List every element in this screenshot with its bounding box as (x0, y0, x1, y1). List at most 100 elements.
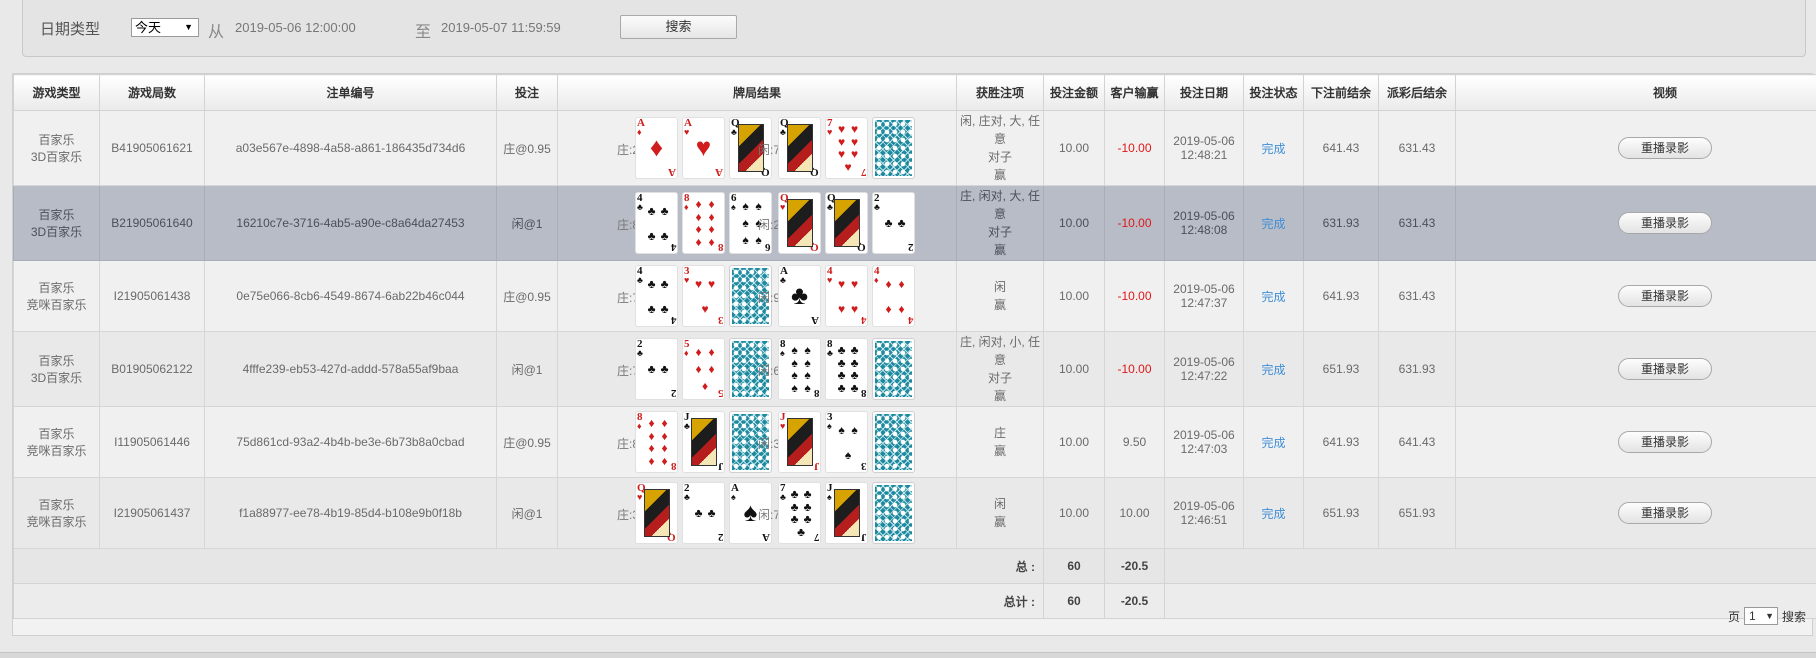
playing-card: Q ♣ Q (826, 193, 867, 253)
bet-time: 12:47:22 (1180, 369, 1228, 383)
card-suit-icon: ♥ (637, 492, 643, 502)
player-points: 闲:9 (758, 291, 781, 305)
card-suit-icon: ♥ (694, 276, 703, 291)
grandtotal-label: 总计 : (13, 583, 1044, 619)
replay-button[interactable]: 重播录影 (1618, 137, 1712, 159)
bet-time: 12:48:21 (1180, 148, 1228, 162)
card-result-cell: 庄:2 A ♦ A ♦ A ♥ A ♥ Q ♣ Q 闲:7 Q ♣ Q 7 ♥ 7 ♥ ♥ ♥ ♥ ♥ ♥ ♥ (557, 110, 957, 186)
card-suit-icon: ♥ (780, 202, 786, 212)
card-suit-icon: ♦ (885, 301, 892, 316)
balance-after: 631.43 (1378, 260, 1456, 332)
game-type-cell: 百家乐 竞咪百家乐 (13, 406, 100, 478)
face-card-art (691, 418, 717, 466)
playing-card: A ♥ A ♥ (683, 118, 724, 178)
card-suit-icon: ♥ (850, 122, 859, 137)
card-result-cell: 庄:8 4 ♣ 4 ♣ ♣ ♣ ♣ 8 ♦ 8 ♦ ♦ ♦ ♦ ♦ ♦ ♦ ♦ 6 ♠ 6 ♠ ♠ ♠ ♠ ♠ ♠ 闲:2 Q ♥ Q Q ♣ Q 2… (557, 185, 957, 261)
card-suit-icon: ♣ (660, 228, 669, 243)
table-row: 百家乐 3D百家乐 B01905062122 4fffe239-eb53-427d-a… (13, 331, 1816, 407)
game-subtype: 3D百家乐 (30, 150, 83, 164)
card-suit-icon: ♠ (742, 199, 749, 214)
playing-card: 8 ♦ 8 ♦ ♦ ♦ ♦ ♦ ♦ ♦ ♦ (683, 193, 724, 253)
card-suit-icon: ♥ (695, 132, 712, 162)
bet-date-cell: 2019-05-06 12:46:51 (1164, 477, 1244, 549)
column-header: 投注日期 (1164, 74, 1244, 111)
replay-button[interactable]: 重播录影 (1618, 431, 1712, 453)
card-suit-icon: ♥ (850, 134, 859, 149)
playing-card: 3 ♥ 3 ♥ ♥ ♥ (683, 266, 724, 326)
pager-search-link[interactable]: 搜索 (1782, 608, 1806, 625)
card-suit-icon: ♠ (742, 232, 749, 247)
playing-card: Q ♥ Q (636, 483, 677, 543)
page-value: 1 (1748, 609, 1756, 623)
card-suit-icon: ♣ (827, 202, 833, 212)
card-suit-icon: ♦ (695, 197, 702, 212)
search-button[interactable]: 搜索 (620, 15, 737, 39)
card-pips: ♠ ♠ ♠ (834, 417, 862, 467)
bet-date: 2019-05-06 (1173, 209, 1235, 223)
card-suit-icon: ♠ (791, 343, 798, 358)
end-time-field[interactable]: 2019-05-07 11:59:59 (441, 20, 561, 35)
bet-date-cell: 2019-05-06 12:47:37 (1164, 260, 1244, 332)
start-time-field[interactable]: 2019-05-06 12:00:00 (235, 20, 356, 35)
replay-button[interactable]: 重播录影 (1618, 212, 1712, 234)
bet-status: 完成 (1243, 260, 1304, 332)
card-suit-icon: ♣ (731, 127, 737, 137)
video-cell: 重播录影 (1455, 110, 1816, 186)
game-subtype: 竞咪百家乐 (26, 515, 87, 529)
round-id: I21905061437 (99, 477, 205, 549)
column-header: 投注 (496, 74, 558, 111)
date-type-select[interactable]: 今天 ▼ (131, 18, 199, 37)
replay-button[interactable]: 重播录影 (1618, 285, 1712, 307)
card-pips: ♣ ♣ (644, 344, 672, 394)
card-suit-icon: ♣ (637, 348, 643, 358)
card-suit-icon: ♣ (790, 499, 799, 514)
card-suit-icon: ♥ (701, 301, 709, 316)
playing-card: 5 ♦ 5 ♦ ♦ ♦ ♦ ♦ (683, 339, 724, 399)
card-suit-icon: ♠ (742, 215, 749, 230)
card-suit-icon: ♠ (791, 355, 798, 370)
card-suit-icon: ♦ (708, 345, 715, 360)
chevron-down-icon: ▼ (1765, 611, 1774, 621)
bet-time: 12:47:03 (1180, 442, 1228, 456)
card-suit-icon: ♣ (803, 499, 812, 514)
video-cell: 重播录影 (1455, 185, 1816, 261)
column-header: 投注状态 (1243, 74, 1304, 111)
balance-before: 651.93 (1303, 331, 1379, 407)
card-suit-icon: ♥ (837, 147, 846, 162)
card-suit-icon: ♥ (850, 147, 859, 162)
card-back (873, 339, 914, 399)
card-suit-icon: ♠ (827, 492, 832, 502)
replay-button[interactable]: 重播录影 (1618, 358, 1712, 380)
card-pips: ♣ ♣ ♣ ♣ (644, 198, 672, 248)
table-row: 百家乐 3D百家乐 B21905061640 16210c7e-3716-4ab5-a… (13, 185, 1816, 261)
card-suit-icon: ♣ (694, 506, 703, 520)
bet-type: 庄@0.95 (496, 110, 558, 186)
balance-before: 641.93 (1303, 260, 1379, 332)
column-header: 牌局结果 (557, 74, 957, 111)
card-suit-icon: ♣ (660, 362, 669, 376)
card-suit-icon: ♦ (701, 378, 709, 393)
card-suit-icon: ♦ (708, 209, 715, 224)
bet-type: 闲@1 (496, 331, 558, 407)
replay-button[interactable]: 重播录影 (1618, 502, 1712, 524)
card-suit-icon: ♦ (695, 234, 702, 249)
card-suit-icon: ♠ (844, 447, 852, 462)
card-suit-icon: ♦ (695, 345, 702, 360)
card-suit-icon: ♦ (708, 197, 715, 212)
grandtotal-row: 总计 : 60 -20.5 (13, 583, 1816, 619)
game-type: 百家乐 (38, 133, 75, 147)
bet-status: 完成 (1243, 110, 1304, 186)
card-rank: J (860, 531, 867, 543)
card-suit-icon: ♥ (844, 159, 852, 174)
page-select[interactable]: 1 ▼ (1743, 607, 1778, 625)
card-suit-icon: ♣ (780, 127, 786, 137)
card-suit-icon: ♠ (804, 368, 811, 383)
card-suit-icon: ♦ (649, 132, 664, 162)
card-suit-icon: ♠ (851, 422, 858, 437)
card-suit-icon: ♣ (790, 487, 799, 502)
bet-status: 完成 (1243, 185, 1304, 261)
card-suit-icon: ♣ (660, 203, 669, 218)
card-suit-icon: ♣ (647, 203, 656, 218)
card-suit-icon: ♣ (647, 228, 656, 243)
bet-time: 12:46:51 (1180, 513, 1228, 527)
